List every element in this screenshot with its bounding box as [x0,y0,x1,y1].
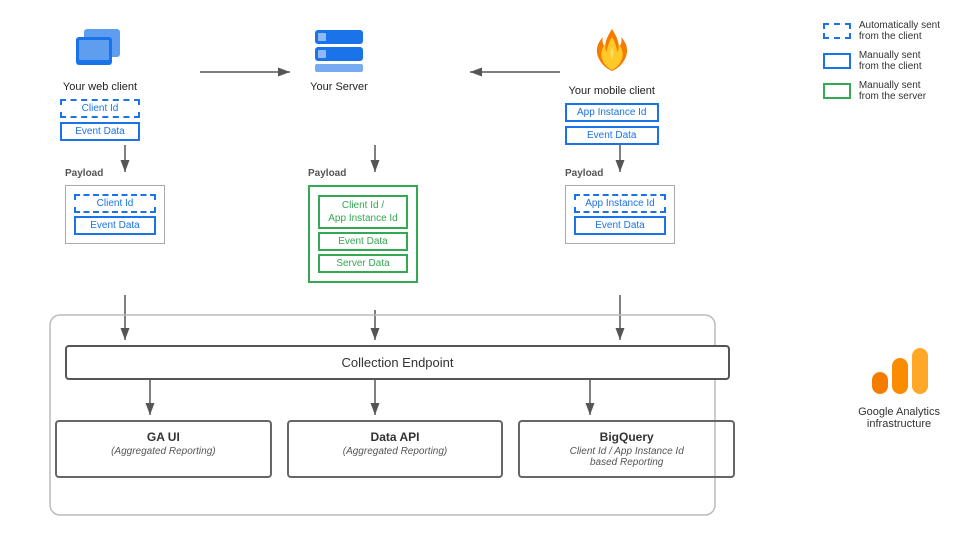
server-payload-event-data: Event Data [318,232,408,251]
ga-ui-sub: (Aggregated Reporting) [63,446,264,457]
ga-ui-title: GA UI [63,430,264,444]
mobile-payload-inner: App Instance Id Event Data [574,194,666,235]
mobile-client-block: Your mobile client App Instance Id Event… [565,25,659,145]
legend-box-manual-client [823,53,851,69]
ga-ui-box: GA UI (Aggregated Reporting) [55,420,272,478]
mobile-payload-app-instance-id: App Instance Id [574,194,666,213]
web-client-tags: Client Id Event Data [60,99,140,141]
web-payload-label: Payload [65,168,165,179]
mobile-client-label: Your mobile client [569,85,655,97]
mobile-payload-event-data: Event Data [574,216,666,235]
legend-item-manual-client: Manually sent from the client [823,50,940,72]
data-api-title: Data API [295,430,496,444]
server-block: Your Server [310,25,368,93]
server-label: Your Server [310,81,368,93]
app-instance-id-tag: App Instance Id [565,103,659,122]
collection-endpoint: Collection Endpoint [65,345,730,380]
server-payload-client-app-id: Client Id /App Instance Id [318,195,408,229]
data-api-sub: (Aggregated Reporting) [295,446,496,457]
mobile-payload: Payload App Instance Id Event Data [565,168,675,244]
web-client-label: Your web client [63,81,137,93]
web-client-block: Your web client Client Id Event Data [60,25,140,141]
legend-item-manual-server: Manually sent from the server [823,80,940,102]
server-payload-inner: Client Id /App Instance Id Event Data Se… [318,195,408,273]
server-payload: Payload Client Id /App Instance Id Event… [308,168,418,283]
data-api-box: Data API (Aggregated Reporting) [287,420,504,478]
web-event-data-tag: Event Data [60,122,140,141]
web-client-id-tag: Client Id [60,99,140,118]
legend: Automatically sent from the client Manua… [823,20,940,102]
diagram: Automatically sent from the client Manua… [0,0,960,540]
bottom-boxes: GA UI (Aggregated Reporting) Data API (A… [55,420,735,478]
ga-infrastructure: Google Analyticsinfrastructure [858,340,940,430]
ga-icon [864,340,934,400]
collection-endpoint-label: Collection Endpoint [341,355,453,370]
web-payload-event-data: Event Data [74,216,156,235]
bigquery-title: BigQuery [526,430,727,444]
bigquery-box: BigQuery Client Id / App Instance Idbase… [518,420,735,478]
legend-box-manual-server [823,83,851,99]
mobile-client-tags: App Instance Id Event Data [565,103,659,145]
server-payload-server-data: Server Data [318,254,408,273]
mobile-event-data-tag: Event Data [565,126,659,145]
ga-infra-label: Google Analyticsinfrastructure [858,406,940,430]
legend-label-manual-server: Manually sent from the server [859,80,926,102]
web-payload-client-id: Client Id [74,194,156,213]
web-payload-inner: Client Id Event Data [74,194,156,235]
legend-item-auto: Automatically sent from the client [823,20,940,42]
server-icon [310,25,368,77]
legend-label-manual-client: Manually sent from the client [859,50,922,72]
legend-box-auto [823,23,851,39]
legend-label-auto: Automatically sent from the client [859,20,940,42]
web-client-icon [70,25,130,77]
mobile-payload-label: Payload [565,168,675,179]
web-payload: Payload Client Id Event Data [65,168,165,244]
mobile-client-icon [587,25,637,81]
bigquery-sub: Client Id / App Instance Idbased Reporti… [526,446,727,468]
server-payload-label: Payload [308,168,418,179]
